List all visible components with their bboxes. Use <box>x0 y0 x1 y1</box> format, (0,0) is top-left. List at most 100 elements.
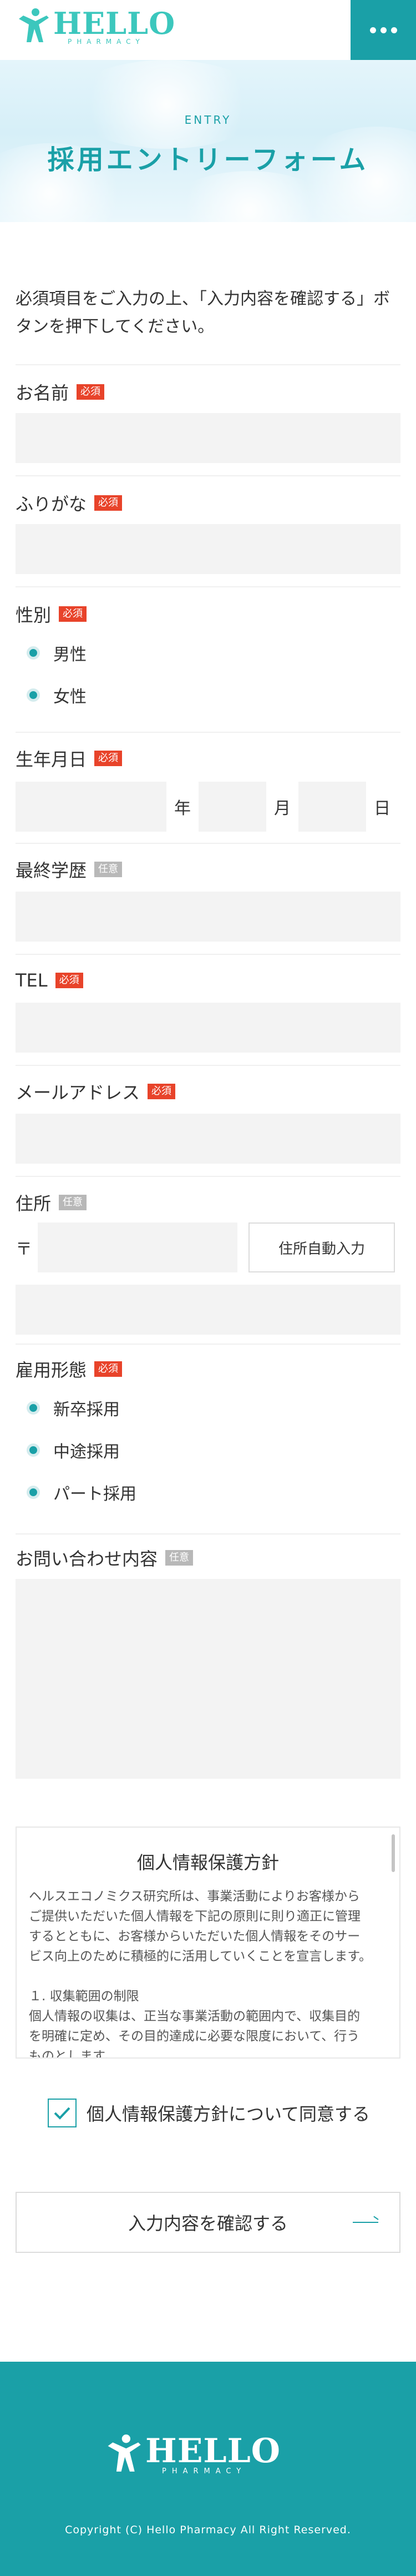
privacy-section-text: 個人情報の収集は、正当な事業活動の範囲内で、収集目的を明確に定め、その目的達成に… <box>29 2009 361 2059</box>
year-unit: 年 <box>174 799 191 818</box>
required-badge: 必須 <box>55 973 83 988</box>
scrollbar[interactable] <box>392 1834 395 1872</box>
education-input[interactable] <box>16 892 400 942</box>
field-kana: ふりがな 必須 <box>16 492 400 574</box>
privacy-paragraph: ヘルスエコノミクス研究所は、事業活動によりお客様からご提供いただいた個人情報を下… <box>29 1889 372 1964</box>
agree-checkbox[interactable]: 個人情報保護方針について同意する <box>48 2099 370 2127</box>
site-footer: HELLO PHARMACY Copyright (C) Hello Pharm… <box>0 2362 416 2576</box>
divider <box>16 364 400 365</box>
radio-label: 男性 <box>53 645 87 665</box>
field-education: 最終学歴 任意 <box>16 858 400 942</box>
privacy-section-title: １. 収集範囲の制限 <box>29 1989 139 2004</box>
page-hero: ENTRY 採用エントリーフォーム <box>0 60 416 222</box>
employment-radio-new[interactable]: 新卒採用 <box>16 1397 400 1420</box>
field-label: 雇用形態 <box>16 1360 87 1381</box>
required-badge: 必須 <box>59 606 87 622</box>
required-badge: 必須 <box>94 495 123 511</box>
field-email: メールアドレス 必須 <box>16 1080 400 1164</box>
field-label: メールアドレス <box>16 1082 140 1103</box>
divider <box>16 732 400 733</box>
page-title: 採用エントリーフォーム <box>47 144 369 175</box>
tel-input[interactable] <box>16 1003 400 1053</box>
optional-badge: 任意 <box>59 1195 87 1210</box>
employment-radio-mid[interactable]: 中途採用 <box>16 1439 400 1462</box>
confirm-submit-button[interactable]: 入力内容を確認する <box>16 2192 400 2253</box>
address-auto-button[interactable]: 住所自動入力 <box>248 1222 395 1272</box>
check-icon <box>54 2107 70 2120</box>
radio-icon <box>27 1443 40 1457</box>
birth-month-input[interactable] <box>199 782 266 832</box>
optional-badge: 任意 <box>165 1550 194 1566</box>
divider <box>16 1065 400 1066</box>
month-unit: 月 <box>274 799 291 818</box>
field-employment: 雇用形態 必須 新卒採用 中途採用 パート採用 <box>16 1358 400 1504</box>
divider <box>16 1344 400 1345</box>
logo-figure-icon <box>108 2434 141 2472</box>
site-logo[interactable]: HELLO PHARMACY <box>17 8 175 46</box>
dot-icon <box>369 27 376 33</box>
privacy-title: 個人情報保護方針 <box>136 1852 279 1873</box>
submit-label: 入力内容を確認する <box>128 2213 288 2234</box>
field-label: お問い合わせ内容 <box>16 1548 158 1569</box>
postal-mark: 〒 <box>16 1240 32 1259</box>
birth-day-input[interactable] <box>298 782 366 832</box>
employment-radio-part[interactable]: パート採用 <box>16 1481 400 1504</box>
field-label: お名前 <box>16 383 69 404</box>
cloud-decoration <box>67 60 266 149</box>
logo-figure-icon <box>19 8 49 42</box>
dot-icon <box>390 27 397 33</box>
field-gender: 性別 必須 男性 女性 <box>16 603 400 707</box>
day-unit: 日 <box>374 799 390 818</box>
inquiry-textarea[interactable] <box>16 1579 400 1779</box>
required-badge: 必須 <box>148 1084 176 1099</box>
kana-input[interactable] <box>16 524 400 574</box>
radio-label: 中途採用 <box>53 1442 120 1462</box>
footer-logo[interactable]: HELLO PHARMACY <box>105 2434 281 2476</box>
hero-en-label: ENTRY <box>184 113 232 127</box>
menu-button[interactable] <box>351 0 416 60</box>
field-name: お名前 必須 <box>16 381 400 463</box>
checkbox[interactable] <box>48 2099 77 2127</box>
dot-icon <box>380 27 387 33</box>
field-tel: TEL 必須 <box>16 969 400 1053</box>
optional-badge: 任意 <box>94 862 123 877</box>
field-label: 住所 <box>16 1193 52 1214</box>
logo-word: HELLO <box>53 6 176 41</box>
gender-radio-female[interactable]: 女性 <box>16 684 400 707</box>
radio-label: 新卒採用 <box>53 1400 120 1420</box>
required-badge: 必須 <box>94 1361 123 1377</box>
required-badge: 必須 <box>94 751 123 766</box>
email-input[interactable] <box>16 1114 400 1164</box>
intro-text: 必須項目をご入力の上、「入力内容を確認する」ボタンを押下してください。 <box>16 289 390 336</box>
name-input[interactable] <box>16 413 400 463</box>
divider <box>16 954 400 955</box>
arrow-right-icon <box>353 2222 378 2223</box>
field-label: 性別 <box>16 605 52 626</box>
address-input[interactable] <box>16 1285 400 1335</box>
copyright: Copyright (C) Hello Pharmacy All Right R… <box>65 2524 351 2536</box>
field-label: 最終学歴 <box>16 860 87 881</box>
gender-radio-male[interactable]: 男性 <box>16 642 400 665</box>
divider <box>16 1533 400 1534</box>
field-inquiry: お問い合わせ内容 任意 <box>16 1547 400 1779</box>
birth-year-input[interactable] <box>16 782 166 832</box>
divider <box>16 586 400 587</box>
field-label: ふりがな <box>16 494 87 515</box>
radio-icon <box>27 646 40 660</box>
radio-label: 女性 <box>53 687 87 707</box>
divider <box>16 843 400 844</box>
radio-icon <box>27 1401 40 1415</box>
postal-code-input[interactable] <box>38 1222 237 1272</box>
divider <box>16 1176 400 1177</box>
field-address: 住所 任意 〒 住所自動入力 <box>16 1191 400 1335</box>
radio-icon <box>27 1486 40 1499</box>
radio-icon <box>27 688 40 702</box>
divider <box>16 475 400 476</box>
field-birthdate: 生年月日 必須 年 月 日 <box>16 747 400 832</box>
field-label: 生年月日 <box>16 749 87 770</box>
required-badge: 必須 <box>77 384 105 400</box>
agree-label: 個人情報保護方針について同意する <box>87 2104 371 2125</box>
site-header: HELLO PHARMACY <box>0 0 416 60</box>
privacy-policy-box[interactable]: 個人情報保護方針 ヘルスエコノミクス研究所は、事業活動によりお客様からご提供いた… <box>16 1827 400 2059</box>
footer-logo-word: HELLO <box>145 2432 281 2471</box>
